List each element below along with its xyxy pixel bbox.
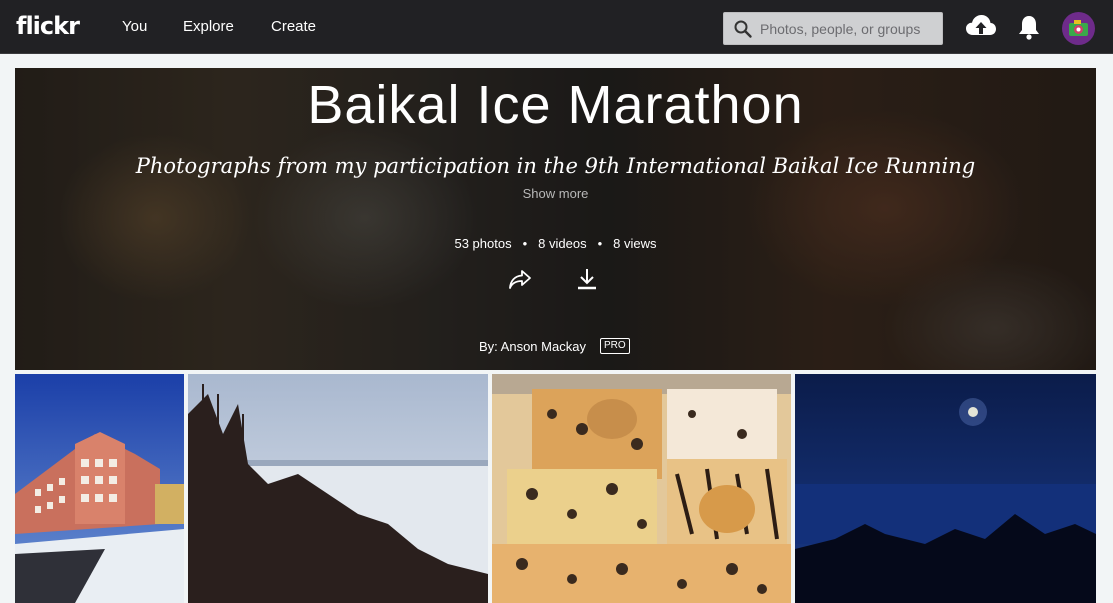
flickr-logo[interactable]: flickr: [16, 12, 80, 40]
show-more-link[interactable]: Show more: [15, 186, 1096, 201]
nav-you[interactable]: You: [122, 18, 147, 35]
avatar[interactable]: [1062, 12, 1095, 45]
nav-explore[interactable]: Explore: [183, 18, 234, 35]
photo-thumbnail-leopard-blanket[interactable]: [492, 374, 791, 603]
separator-dot: •: [597, 236, 603, 251]
album-hero: Baikal Ice Marathon Photographs from my …: [15, 68, 1096, 370]
share-icon[interactable]: [507, 266, 533, 292]
separator-dot: •: [522, 236, 528, 251]
view-count: 8 views: [613, 236, 657, 251]
photo-thumbnail-lake-forest[interactable]: [188, 374, 488, 603]
photo-thumbnail-night-lake[interactable]: [795, 374, 1096, 603]
video-count: 8 videos: [538, 236, 587, 251]
search-icon: [734, 20, 752, 38]
album-author[interactable]: By: Anson Mackay: [479, 339, 586, 354]
pro-badge: PRO: [600, 338, 630, 354]
album-description: Photographs from my participation in the…: [135, 154, 976, 178]
photo-thumbnail-building[interactable]: [15, 374, 184, 603]
album-title: Baikal Ice Marathon: [307, 75, 804, 135]
upload-icon[interactable]: [965, 13, 997, 41]
search-box[interactable]: [723, 12, 943, 45]
download-icon[interactable]: [576, 267, 598, 293]
nav-create[interactable]: Create: [271, 18, 316, 35]
bell-icon[interactable]: [1017, 14, 1041, 40]
top-nav-bar: flickr You Explore Create: [0, 0, 1113, 54]
album-stats: 53 photos • 8 videos • 8 views: [15, 236, 1096, 251]
photo-count: 53 photos: [454, 236, 512, 251]
search-input[interactable]: [760, 19, 938, 39]
camera-icon: [1069, 20, 1088, 36]
